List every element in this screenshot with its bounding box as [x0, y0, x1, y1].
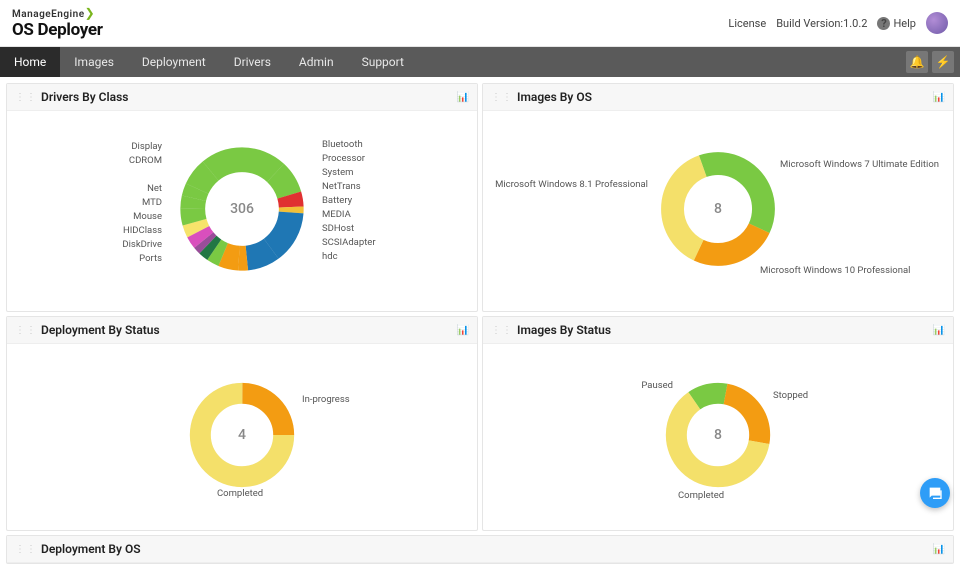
nav-images[interactable]: Images [60, 47, 128, 77]
notifications-button[interactable]: 🔔 [906, 51, 928, 73]
dashboard: ⋮⋮ Drivers By Class 📊 306 Display CDROM … [0, 77, 960, 570]
donut-center-value: 4 [238, 427, 246, 443]
brand-block: ManageEngine❯ OS Deployer [12, 7, 103, 39]
chart-type-icon[interactable]: 📊 [457, 92, 469, 103]
slice-label: Net [147, 183, 162, 194]
panel-images-by-status: ⋮⋮ Images By Status 📊 8 Paused Stopped C… [482, 316, 954, 531]
drag-handle-icon[interactable]: ⋮⋮ [491, 92, 513, 103]
top-bar: ManageEngine❯ OS Deployer License Build … [0, 0, 960, 47]
nav-admin[interactable]: Admin [285, 47, 348, 77]
chart-type-icon[interactable]: 📊 [457, 325, 469, 336]
slice-label: SCSIAdapter [322, 237, 376, 248]
donut-center-value: 306 [230, 201, 254, 217]
slice-label: System [322, 167, 354, 178]
slice-label: HIDClass [123, 225, 162, 236]
slice-label: In-progress [302, 394, 350, 405]
license-link[interactable]: License [728, 17, 766, 30]
drag-handle-icon[interactable]: ⋮⋮ [15, 92, 37, 103]
help-icon: ? [877, 17, 890, 30]
slice-label: Display [131, 141, 162, 152]
slice-label: Processor [322, 153, 365, 164]
slice-label: MTD [142, 197, 162, 208]
slice-label: SDHost [322, 223, 354, 234]
drag-handle-icon[interactable]: ⋮⋮ [15, 544, 37, 555]
nav-home[interactable]: Home [0, 47, 60, 77]
chat-icon [927, 485, 943, 501]
slice-label: CDROM [129, 155, 162, 166]
bell-icon: 🔔 [910, 55, 925, 69]
chart-type-icon[interactable]: 📊 [933, 92, 945, 103]
panel-title: Deployment By OS [41, 542, 141, 556]
slice-label: Completed [678, 490, 724, 501]
nav-left: Home Images Deployment Drivers Admin Sup… [0, 47, 418, 77]
nav-support[interactable]: Support [348, 47, 418, 77]
quick-action-button[interactable]: ⚡ [932, 51, 954, 73]
panel-title: Images By OS [517, 90, 592, 104]
user-avatar[interactable] [926, 12, 948, 34]
panel-drivers-by-class: ⋮⋮ Drivers By Class 📊 306 Display CDROM … [6, 83, 478, 312]
nav-deployment[interactable]: Deployment [128, 47, 220, 77]
slice-label: hdc [322, 251, 338, 262]
nav-right: 🔔 ⚡ [906, 47, 954, 77]
slice-label: Mouse [133, 211, 162, 222]
chat-button[interactable] [920, 478, 950, 508]
slice-label: Battery [322, 195, 352, 206]
slice-label: MEDIA [322, 209, 351, 220]
leaf-icon: ❯ [85, 6, 96, 20]
main-nav: Home Images Deployment Drivers Admin Sup… [0, 47, 960, 77]
slice-label: Completed [217, 488, 263, 499]
panel-title: Images By Status [517, 323, 611, 337]
panel-deployment-by-status: ⋮⋮ Deployment By Status 📊 4 In-progress … [6, 316, 478, 531]
slice-label: Stopped [773, 390, 808, 401]
brand-company: ManageEngine❯ [12, 7, 103, 20]
chart-type-icon[interactable]: 📊 [933, 544, 945, 555]
slice-label: DiskDrive [122, 239, 162, 250]
slice-label: Microsoft Windows 10 Professional [760, 265, 910, 276]
build-version: Build Version:1.0.2 [776, 17, 867, 30]
donut-center-value: 8 [714, 427, 722, 443]
slice-label: Paused [641, 380, 673, 391]
slice-label: Microsoft Windows 7 Ultimate Edition [780, 159, 939, 170]
chart-type-icon[interactable]: 📊 [933, 325, 945, 336]
panel-images-by-os: ⋮⋮ Images By OS 📊 8 Microsoft Windows 8.… [482, 83, 954, 312]
slice-label: NetTrans [322, 181, 361, 192]
slice-label: Microsoft Windows 8.1 Professional [495, 179, 648, 190]
panel-title: Drivers By Class [41, 90, 128, 104]
brand-product: OS Deployer [12, 22, 103, 39]
drag-handle-icon[interactable]: ⋮⋮ [491, 325, 513, 336]
drag-handle-icon[interactable]: ⋮⋮ [15, 325, 37, 336]
bolt-icon: ⚡ [936, 55, 951, 69]
slice-label: Bluetooth [322, 139, 363, 150]
help-link[interactable]: ? Help [877, 17, 916, 30]
panel-deployment-by-os: ⋮⋮ Deployment By OS 📊 [6, 535, 954, 564]
top-right: License Build Version:1.0.2 ? Help [728, 12, 948, 34]
donut-center-value: 8 [714, 201, 722, 217]
nav-drivers[interactable]: Drivers [220, 47, 285, 77]
panel-title: Deployment By Status [41, 323, 160, 337]
slice-label: Ports [139, 253, 162, 264]
